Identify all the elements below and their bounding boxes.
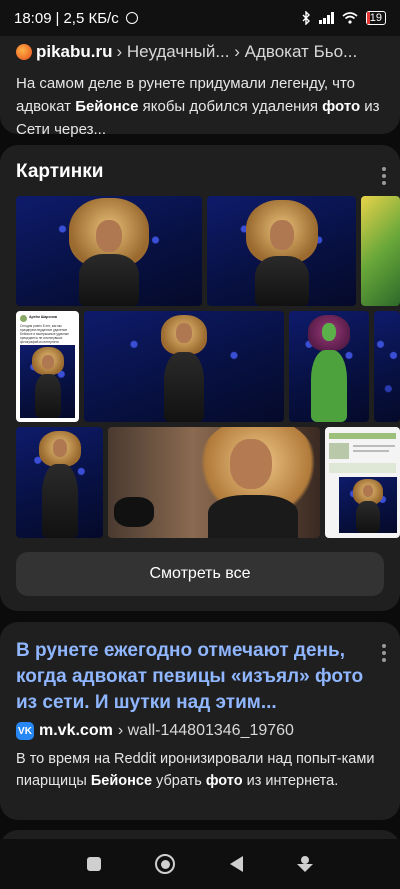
search-result-vk[interactable]: В рунете ежегодно отмечают день, когда а… [0, 622, 400, 820]
snippet-text: убрать [152, 773, 206, 789]
image-thumbnail-forum[interactable] [325, 427, 400, 538]
snippet-text: якобы добился удаления [138, 98, 323, 115]
result-path[interactable]: › wall-144801346_19760 [118, 722, 294, 740]
pikabu-favicon [16, 44, 32, 60]
image-thumbnail[interactable] [16, 427, 103, 538]
see-all-button[interactable]: Смотреть все [16, 552, 384, 596]
result-title[interactable]: В рунете ежегодно отмечают день, когда а… [16, 638, 366, 716]
snippet-text: из интернета. [242, 773, 339, 789]
tweet-user: Артём Шаронов [29, 315, 57, 319]
image-thumbnail[interactable] [289, 311, 369, 422]
alarm-icon [125, 12, 138, 24]
snippet-highlight: фото [322, 98, 361, 115]
image-thumbnail[interactable] [374, 311, 400, 422]
image-thumbnail[interactable] [361, 196, 400, 306]
tweet-text: Сегодня ровно 8 лет, как мы празднуем не… [20, 324, 69, 344]
battery-level: 19 [369, 12, 382, 24]
status-bar: 18:09 | 2,5 КБ/с 19 [0, 0, 400, 36]
image-thumbnail-tweet[interactable]: Артём Шаронов Сегодня ровно 8 лет, как м… [16, 311, 79, 422]
result-snippet: На самом деле в рунете придумали легенду… [16, 72, 384, 141]
bluetooth-icon [302, 11, 310, 25]
image-thumbnail[interactable] [207, 196, 356, 306]
snippet-highlight: Бейонсе [75, 98, 139, 115]
menu-dots-icon[interactable] [382, 644, 386, 662]
snippet-highlight: Бейонсе [90, 773, 153, 789]
battery-icon: 19 [365, 11, 386, 25]
result-source[interactable]: pikabu.ru › Неудачный... › Адвокат Бьо..… [16, 42, 384, 62]
nav-back-icon[interactable] [229, 856, 243, 872]
result-domain[interactable]: pikabu.ru [36, 42, 113, 62]
image-thumbnail[interactable] [84, 311, 284, 422]
result-snippet: В то время на Reddit иронизировали над п… [16, 748, 384, 792]
status-time: 18:09 [14, 9, 52, 27]
image-thumbnail[interactable] [108, 427, 320, 538]
image-thumbnail[interactable] [16, 196, 202, 306]
signal-icon [318, 12, 334, 24]
result-source[interactable]: VK m.vk.com › wall-144801346_19760 [16, 722, 384, 740]
snippet-highlight: фото [205, 773, 243, 789]
result-domain[interactable]: m.vk.com [39, 722, 113, 740]
nav-assistant-icon[interactable] [296, 856, 313, 872]
vk-favicon: VK [16, 722, 34, 740]
images-block: Картинки Артём Шаронов Сегодня ровно 8 л… [0, 145, 400, 611]
wifi-icon [342, 12, 358, 24]
system-nav-bar [0, 839, 400, 889]
network-speed: 2,5 КБ/с [63, 9, 119, 27]
images-title: Картинки [16, 161, 104, 182]
status-separator: | [55, 9, 60, 27]
menu-dots-icon[interactable] [382, 167, 386, 185]
nav-recents-icon[interactable] [87, 857, 102, 871]
result-path[interactable]: › Неудачный... › Адвокат Бьо... [117, 42, 358, 62]
nav-home-icon[interactable] [155, 854, 176, 874]
